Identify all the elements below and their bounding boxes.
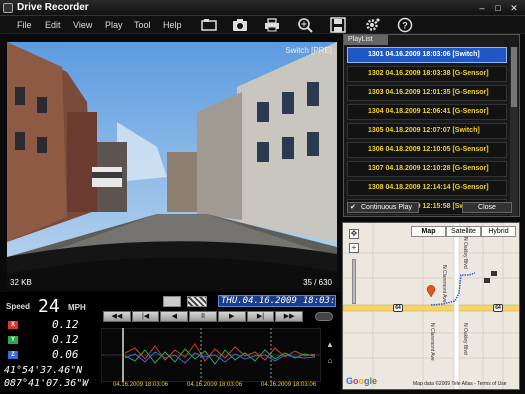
maximize-button[interactable]: □	[491, 2, 505, 14]
playlist-tab[interactable]: PlayList	[344, 35, 388, 45]
playlist-item[interactable]: 1305 04.18.2009 12:07:07 [Switch]	[347, 123, 507, 139]
speed-unit: MPH	[68, 303, 86, 312]
datetime-display: THU.04.16.2009 18:03:07	[218, 295, 336, 307]
continuous-play-toggle[interactable]: ✔ Continuous Play	[347, 202, 419, 213]
playlist-item[interactable]: 1303 04.16.2009 12:01:35 [G-Sensor]	[347, 85, 507, 101]
screen-toggle-button[interactable]	[163, 296, 181, 307]
close-window-button[interactable]: ✕	[507, 2, 521, 14]
menu-file[interactable]: File	[17, 20, 32, 30]
playlist-item[interactable]: 1307 04.18.2009 12:10:28 [G-Sensor]	[347, 161, 507, 177]
event-mode-label: Switch [PRE]	[285, 46, 332, 55]
longitude: 087°41'07.36"W	[4, 378, 89, 389]
step-back-button[interactable]: ◀	[160, 311, 189, 322]
g-y-badge: Y	[8, 336, 18, 344]
latitude: 41°54'37.46"N	[4, 365, 83, 376]
street-label: N Oakley Blvd	[462, 323, 468, 355]
minimize-button[interactable]: –	[475, 2, 489, 14]
playlist-scrollbar[interactable]	[510, 47, 518, 216]
close-playlist-button[interactable]: Close	[462, 202, 512, 213]
playlist-item[interactable]: 1306 04.18.2009 12:10:05 [G-Sensor]	[347, 142, 507, 158]
playlist-panel: PlayList 1301 04.16.2009 18:03:06 [Switc…	[343, 34, 520, 217]
continuous-play-label: Continuous Play	[361, 204, 412, 211]
dashcam-frame	[7, 42, 337, 290]
street-label: N Oakley Blvd	[462, 237, 468, 269]
date-value: THU.04.16.2009	[221, 296, 297, 306]
graph-arrow-up-icon[interactable]: ▲	[325, 340, 335, 350]
g-x-badge: X	[8, 321, 18, 329]
route-badge: 64	[493, 304, 503, 312]
play-button[interactable]: ▶	[217, 311, 246, 322]
map-tab-satellite[interactable]: Satellite	[446, 226, 481, 237]
playlist-item[interactable]: 1304 04.18.2009 12:06:41 [G-Sensor]	[347, 104, 507, 120]
google-logo: Google	[346, 376, 378, 386]
map-type-tabs: Map Satellite Hybrid	[411, 226, 516, 237]
help-icon[interactable]: ?	[396, 17, 414, 33]
g-z-badge: Z	[8, 351, 18, 359]
playlist-scroll-thumb[interactable]	[511, 47, 517, 107]
title-bar: Drive Recorder – □ ✕	[0, 0, 525, 16]
speed-value: 24	[38, 296, 60, 317]
rewind-button[interactable]: ◀◀	[103, 311, 131, 322]
sensor-info-panel: Speed 24 MPH X 0.12 Y 0.12 Z 0.06 41°54'…	[0, 292, 95, 394]
video-view[interactable]: Switch [PRE] 32 KB 35 / 630	[7, 42, 337, 290]
map-copyright: Map data ©2009 Tele Atlas - Terms of Use	[413, 381, 507, 387]
g-y-value: 0.12	[52, 333, 79, 346]
zoom-slider[interactable]	[352, 259, 356, 304]
menu-edit[interactable]: Edit	[45, 20, 61, 30]
frame-counter: 35 / 630	[303, 278, 332, 287]
map-tab-hybrid[interactable]: Hybrid	[481, 226, 516, 237]
playlist-item[interactable]: 1302 04.16.2009 18:03:38 [G-Sensor]	[347, 66, 507, 82]
zoom-in-button[interactable]: +	[349, 243, 359, 253]
prev-button[interactable]: |◀	[131, 311, 160, 322]
menu-help[interactable]: Help	[163, 20, 182, 30]
camera-icon[interactable]	[231, 17, 249, 33]
svg-text:?: ?	[402, 21, 408, 31]
graph-date-3: 04.16.2009 18:03:06	[261, 382, 317, 388]
check-icon: ✔	[350, 204, 356, 211]
window-title: Drive Recorder	[17, 2, 89, 13]
checker-view-button[interactable]	[187, 296, 207, 307]
g-z-value: 0.06	[52, 348, 79, 361]
zoom-control: ✥ +	[348, 229, 362, 304]
fast-forward-button[interactable]: ▶▶	[275, 311, 304, 322]
time-value: 18:03:07	[302, 296, 336, 306]
graph-lock-icon[interactable]: ⌂	[325, 356, 335, 366]
menu-play[interactable]: Play	[105, 20, 123, 30]
playlist-list: 1301 04.16.2009 18:03:06 [Switch] 1302 0…	[347, 47, 510, 216]
g-sensor-graph[interactable]: 04.16.2009 18:03:06 04.16.2009 18:03:06 …	[95, 326, 340, 394]
g-sensor-waveform	[101, 328, 321, 382]
playlist-item[interactable]: 1308 04.18.2009 12:14:14 [G-Sensor]	[347, 180, 507, 196]
map-panel[interactable]: Map Satellite Hybrid ✥ + N Claremont Ave…	[342, 222, 520, 390]
graph-date-2: 04.16.2009 18:03:06	[187, 382, 243, 388]
app-icon	[3, 3, 13, 13]
mode-toggle[interactable]	[315, 312, 333, 321]
graph-date-1: 04.16.2009 18:03:06	[113, 382, 169, 388]
g-x-value: 0.12	[52, 318, 79, 331]
menu-view[interactable]: View	[73, 20, 92, 30]
save-icon[interactable]	[329, 17, 347, 33]
window-controls: – □ ✕	[475, 2, 521, 14]
zoom-icon[interactable]	[296, 17, 314, 33]
playlist-item[interactable]: 1301 04.16.2009 18:03:06 [Switch]	[347, 47, 507, 63]
transport-bar: ◀◀ |◀ ◀ II ▶ ▶| ▶▶	[103, 311, 304, 322]
print-icon[interactable]	[263, 17, 281, 33]
next-button[interactable]: ▶|	[246, 311, 275, 322]
file-size-label: 32 KB	[10, 278, 32, 287]
street-label: N Claremont Ave	[441, 265, 447, 303]
speed-label: Speed	[6, 302, 31, 311]
menu-tool[interactable]: Tool	[134, 20, 151, 30]
map-tab-map[interactable]: Map	[411, 226, 446, 237]
route-badge: 64	[393, 304, 403, 312]
settings-icon[interactable]	[363, 17, 381, 33]
playback-controls: THU.04.16.2009 18:03:07 ◀◀ |◀ ◀ II ▶ ▶| ▶…	[95, 292, 340, 326]
pause-button[interactable]: II	[189, 311, 217, 322]
street-label: N Claremont Ave	[429, 323, 435, 361]
menu-bar: File Edit View Play Tool Help ?	[0, 16, 525, 34]
pan-icon[interactable]: ✥	[349, 229, 359, 239]
open-folder-icon[interactable]	[200, 17, 218, 33]
